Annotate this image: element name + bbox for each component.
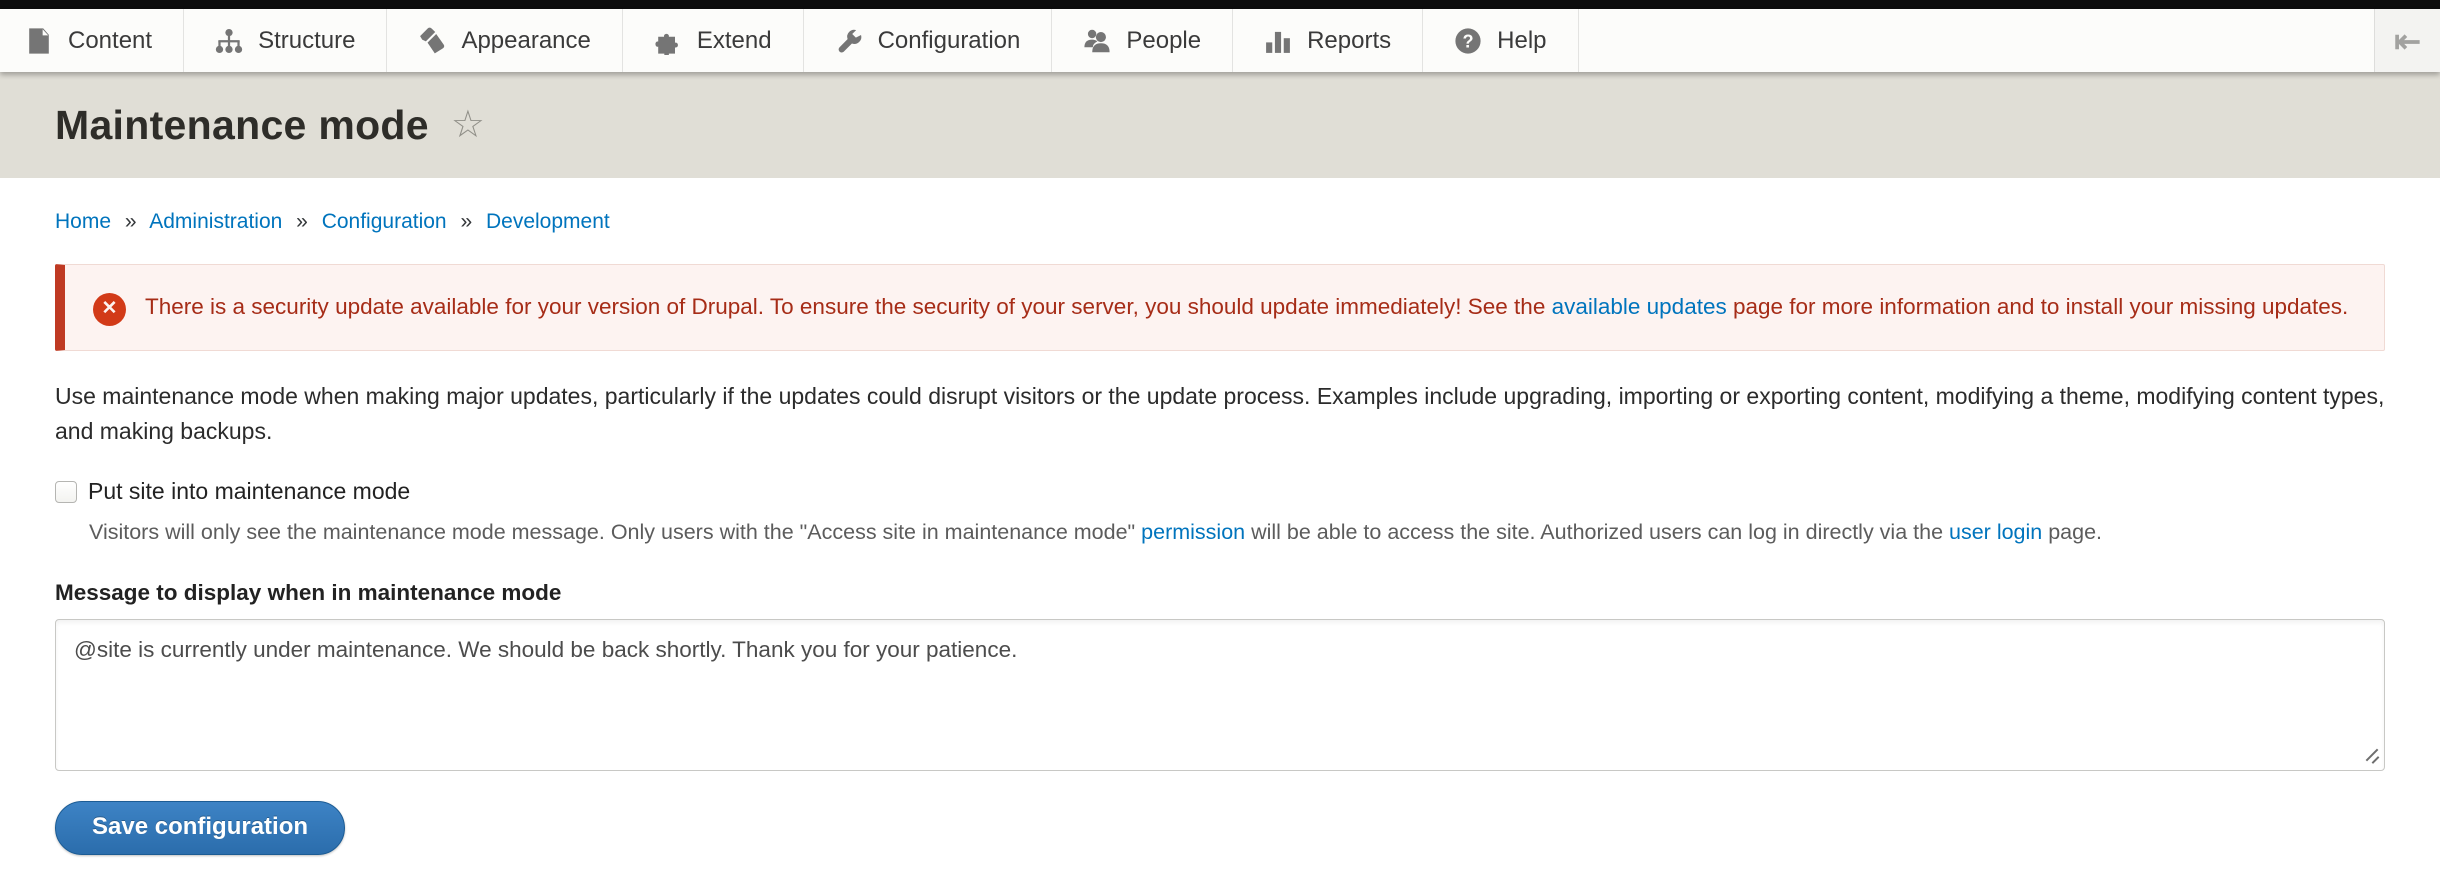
description-part2: will be able to access the site. Authori… [1245, 520, 1949, 544]
maintenance-message-textarea[interactable]: @site is currently under maintenance. We… [55, 619, 2385, 771]
toolbar-orientation-toggle[interactable]: ⇤ [2374, 9, 2440, 72]
puzzle-icon [654, 27, 682, 55]
user-login-link[interactable]: user login [1949, 520, 2042, 544]
toolbar-tab-label: Reports [1307, 27, 1391, 55]
breadcrumb-separator: » [460, 210, 472, 233]
maintenance-mode-description: Visitors will only see the maintenance m… [89, 517, 2385, 548]
toolbar-tab-structure[interactable]: Structure [184, 9, 387, 72]
maintenance-mode-checkbox-label[interactable]: Put site into maintenance mode [88, 478, 410, 505]
collapse-left-icon: ⇤ [2394, 22, 2421, 60]
top-black-strip [0, 0, 2440, 9]
maintenance-mode-checkbox-row: Put site into maintenance mode [55, 478, 2385, 505]
toolbar-spacer [1579, 9, 2375, 72]
page-header-band: Maintenance mode ☆ [0, 72, 2440, 178]
save-configuration-button[interactable]: Save configuration [55, 801, 345, 855]
toolbar-tab-people[interactable]: People [1052, 9, 1233, 72]
paintbrush-icon [418, 27, 446, 55]
error-text-after-link: page for more information and to install… [1727, 294, 2349, 319]
svg-text:?: ? [1463, 31, 1474, 51]
toolbar-tab-reports[interactable]: Reports [1233, 9, 1423, 72]
description-part3: page. [2042, 520, 2102, 544]
error-message-text: There is a security update available for… [145, 289, 2348, 325]
bar-chart-icon [1264, 27, 1292, 55]
breadcrumb: Home » Administration » Configuration » … [55, 210, 2385, 234]
main-content: Home » Administration » Configuration » … [0, 210, 2440, 855]
message-field-label: Message to display when in maintenance m… [55, 580, 2385, 606]
page-title: Maintenance mode [55, 102, 429, 149]
breadcrumb-link-home[interactable]: Home [55, 210, 111, 233]
maintenance-mode-intro: Use maintenance mode when making major u… [55, 379, 2385, 448]
wrench-icon [835, 27, 863, 55]
toolbar-tab-help[interactable]: ? Help [1423, 9, 1578, 72]
error-icon: ✕ [93, 293, 126, 326]
breadcrumb-link-development[interactable]: Development [486, 210, 610, 233]
available-updates-link[interactable]: available updates [1552, 294, 1727, 319]
toolbar-tab-label: Structure [258, 27, 355, 55]
toolbar-tab-appearance[interactable]: Appearance [387, 9, 622, 72]
breadcrumb-separator: » [125, 210, 137, 233]
help-icon: ? [1454, 27, 1482, 55]
breadcrumb-link-administration[interactable]: Administration [149, 210, 282, 233]
security-update-error-banner: ✕ There is a security update available f… [55, 264, 2385, 351]
file-icon [25, 27, 53, 55]
sitemap-icon [215, 27, 243, 55]
admin-toolbar: Content Structure Appearance Extend Conf… [0, 9, 2440, 72]
toolbar-tab-content[interactable]: Content [0, 9, 184, 72]
toolbar-tab-label: People [1126, 27, 1201, 55]
star-icon[interactable]: ☆ [451, 106, 485, 144]
breadcrumb-link-configuration[interactable]: Configuration [322, 210, 447, 233]
permission-link[interactable]: permission [1141, 520, 1245, 544]
toolbar-tab-label: Help [1497, 27, 1546, 55]
message-textarea-wrap: @site is currently under maintenance. We… [55, 619, 2385, 771]
toolbar-tab-configuration[interactable]: Configuration [804, 9, 1053, 72]
people-icon [1083, 27, 1111, 55]
error-text-before-link: There is a security update available for… [145, 294, 1552, 319]
toolbar-tab-extend[interactable]: Extend [623, 9, 804, 72]
description-part1: Visitors will only see the maintenance m… [89, 520, 1141, 544]
toolbar-tab-label: Content [68, 27, 152, 55]
toolbar-tab-label: Appearance [461, 27, 590, 55]
toolbar-tab-label: Extend [697, 27, 772, 55]
breadcrumb-separator: » [296, 210, 308, 233]
toolbar-tab-label: Configuration [878, 27, 1021, 55]
maintenance-mode-checkbox[interactable] [55, 481, 77, 503]
